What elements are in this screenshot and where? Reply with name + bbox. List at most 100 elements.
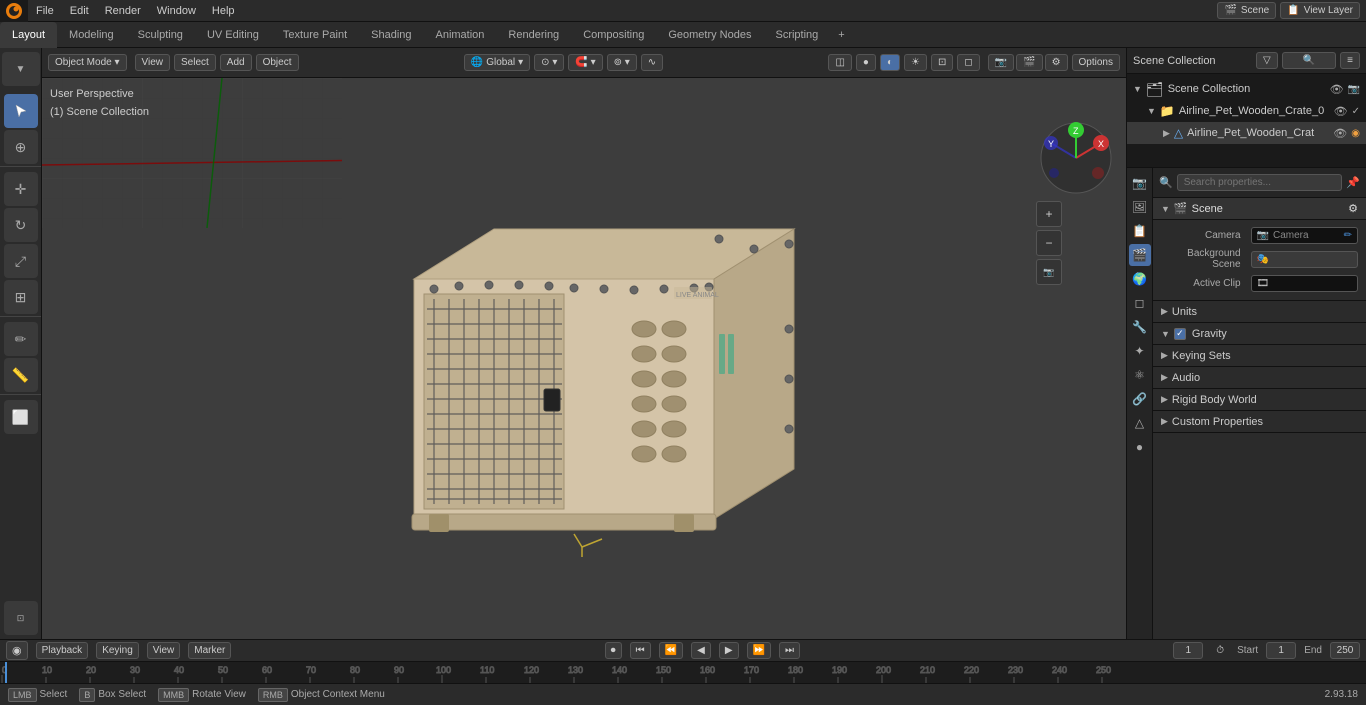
solid-shading[interactable]: ● — [856, 54, 876, 71]
zoom-out-btn[interactable]: − — [1036, 230, 1062, 256]
curve-btn[interactable]: ∿ — [641, 54, 663, 71]
modifier-props-tab[interactable]: 🔧 — [1129, 316, 1151, 338]
rendered-shading[interactable]: ☀ — [904, 54, 927, 71]
viewport-object-menu[interactable]: Object — [256, 54, 299, 71]
view-layer-props-tab[interactable]: 📋 — [1129, 220, 1151, 242]
overlay-toggle[interactable]: ⊡ — [931, 54, 953, 71]
gravity-checkbox[interactable]: ✓ — [1174, 328, 1186, 340]
tab-animation[interactable]: Animation — [424, 22, 497, 48]
measure-tool[interactable]: 📏 — [4, 358, 38, 392]
viewport-add-menu[interactable]: Add — [220, 54, 252, 71]
data-props-tab[interactable]: △ — [1129, 412, 1151, 434]
rigid-body-world-section[interactable]: ▶ Rigid Body World — [1153, 389, 1366, 411]
current-frame-display[interactable]: 1 — [1173, 642, 1203, 659]
audio-section[interactable]: ▶ Audio — [1153, 367, 1366, 389]
record-btn[interactable]: ⏺ — [605, 642, 622, 659]
camera-value[interactable]: 📷 Camera ✏ — [1251, 227, 1358, 244]
tab-modeling[interactable]: Modeling — [57, 22, 126, 48]
material-shading[interactable]: ◐ — [880, 54, 900, 71]
mesh-select-icon[interactable]: ◉ — [1351, 128, 1360, 139]
tab-geometry-nodes[interactable]: Geometry Nodes — [656, 22, 763, 48]
tab-compositing[interactable]: Compositing — [571, 22, 656, 48]
material-props-tab[interactable]: ● — [1129, 436, 1151, 458]
gravity-section[interactable]: ▼ ✓ Gravity — [1153, 323, 1366, 345]
camera-edit-btn[interactable]: ✏ — [1344, 230, 1352, 241]
transform-space[interactable]: 🌐 Global ▾ — [464, 54, 530, 71]
move-tool[interactable]: ✛ — [4, 172, 38, 206]
menu-render[interactable]: Render — [97, 0, 149, 22]
timeline-marker-icon[interactable]: ◉ — [6, 641, 28, 660]
outliner-collection-item[interactable]: ▼ 📁 Airline_Pet_Wooden_Crate_0 👁 ✓ — [1127, 100, 1366, 122]
outliner-mesh-item[interactable]: ▶ △ Airline_Pet_Wooden_Crat 👁 ◉ — [1127, 122, 1366, 144]
visibility-camera[interactable]: 📷 — [1348, 84, 1360, 95]
options-button[interactable]: Options — [1072, 54, 1120, 71]
step-back-btn[interactable]: ⏪ — [659, 642, 683, 659]
camera-view-btn[interactable]: 📷 — [988, 54, 1014, 71]
playback-menu[interactable]: Playback — [36, 642, 89, 659]
mode-selector[interactable]: ▼ — [2, 52, 40, 86]
scene-section-header[interactable]: ▼ 🎬 Scene ⚙ — [1153, 198, 1366, 220]
select-tool[interactable] — [4, 94, 38, 128]
scene-settings-btn[interactable]: ⚙ — [1045, 54, 1068, 71]
rotate-tool[interactable]: ↻ — [4, 208, 38, 242]
object-props-tab[interactable]: ◻ — [1129, 292, 1151, 314]
marker-menu[interactable]: Marker — [188, 642, 231, 659]
navigation-gizmo[interactable]: X Y Z — [1036, 118, 1116, 198]
scene-area[interactable]: User Perspective (1) Scene Collection — [42, 78, 1126, 639]
tab-sculpting[interactable]: Sculpting — [126, 22, 195, 48]
units-section[interactable]: ▶ Units — [1153, 301, 1366, 323]
properties-search-input[interactable] — [1177, 174, 1343, 191]
active-clip-value[interactable]: 🎞 — [1251, 275, 1358, 292]
step-forward-btn[interactable]: ⏩ — [747, 642, 771, 659]
snap-button[interactable]: 🧲 ▾ — [568, 54, 602, 71]
wireframe-shading[interactable]: ◫ — [828, 54, 851, 71]
constraints-props-tab[interactable]: 🔗 — [1129, 388, 1151, 410]
tab-uv-editing[interactable]: UV Editing — [195, 22, 271, 48]
keying-menu[interactable]: Keying — [96, 642, 139, 659]
tab-layout[interactable]: Layout — [0, 22, 57, 48]
pivot-point[interactable]: ⊙ ▾ — [534, 54, 564, 71]
jump-start-btn[interactable]: ⏮ — [630, 642, 651, 659]
custom-properties-section[interactable]: ▶ Custom Properties — [1153, 411, 1366, 433]
tab-texture-paint[interactable]: Texture Paint — [271, 22, 359, 48]
tab-shading[interactable]: Shading — [359, 22, 423, 48]
menu-window[interactable]: Window — [149, 0, 204, 22]
proportional-edit[interactable]: ⊚ ▾ — [607, 54, 637, 71]
mesh-visibility-eye[interactable]: 👁 — [1333, 127, 1347, 140]
scene-options-icon[interactable]: ⚙ — [1348, 202, 1358, 215]
output-props-tab[interactable]: 🖼 — [1129, 196, 1151, 218]
physics-props-tab[interactable]: ⚛ — [1129, 364, 1151, 386]
menu-help[interactable]: Help — [204, 0, 243, 22]
viewport-view-menu[interactable]: View — [135, 54, 171, 71]
scale-tool[interactable]: ⤢ — [4, 244, 38, 278]
scene-selector[interactable]: 🎬 Scene — [1217, 2, 1276, 19]
viewport-select-menu[interactable]: Select — [174, 54, 216, 71]
view-menu[interactable]: View — [147, 642, 181, 659]
play-btn[interactable]: ▶ — [719, 642, 739, 659]
render-props-tab[interactable]: 📷 — [1129, 172, 1151, 194]
transform-tool[interactable]: ⊞ — [4, 280, 38, 314]
outliner-filter-btn[interactable]: ▽ — [1256, 52, 1278, 69]
tab-scripting[interactable]: Scripting — [763, 22, 830, 48]
scene-props-tab[interactable]: 🎬 — [1129, 244, 1151, 266]
jump-end-btn[interactable]: ⏭ — [779, 642, 800, 659]
start-frame[interactable]: 1 — [1266, 642, 1296, 659]
visibility-eye[interactable]: 👁 — [1330, 83, 1344, 96]
xray-toggle[interactable]: ◻ — [957, 54, 979, 71]
scene-collection-root[interactable]: ▼ 🗂 Scene Collection 👁 📷 — [1127, 78, 1366, 100]
object-mode-dropdown[interactable]: Object Mode ▾ — [48, 54, 127, 71]
add-cube-tool[interactable]: ⬜ — [4, 400, 38, 434]
transform-pivot[interactable]: ⊡ — [4, 601, 38, 635]
background-scene-value[interactable]: 🎭 — [1251, 251, 1358, 268]
camera-persp-btn[interactable]: 📷 — [1036, 259, 1062, 285]
item-exclude-btn[interactable]: ✓ — [1352, 106, 1360, 117]
world-props-tab[interactable]: 🌍 — [1129, 268, 1151, 290]
keying-sets-section[interactable]: ▶ Keying Sets — [1153, 345, 1366, 367]
timeline-ruler[interactable]: 0 10 20 30 40 50 60 70 80 90 100 110 120… — [0, 662, 1366, 683]
add-workspace-button[interactable]: + — [830, 29, 852, 41]
props-pin-btn[interactable]: 📌 — [1346, 176, 1360, 189]
zoom-in-btn[interactable]: + — [1036, 201, 1062, 227]
outliner-search[interactable]: 🔍 — [1282, 52, 1336, 69]
play-reverse-btn[interactable]: ◀ — [691, 642, 711, 659]
outliner-display-mode[interactable]: ≡ — [1340, 52, 1360, 69]
